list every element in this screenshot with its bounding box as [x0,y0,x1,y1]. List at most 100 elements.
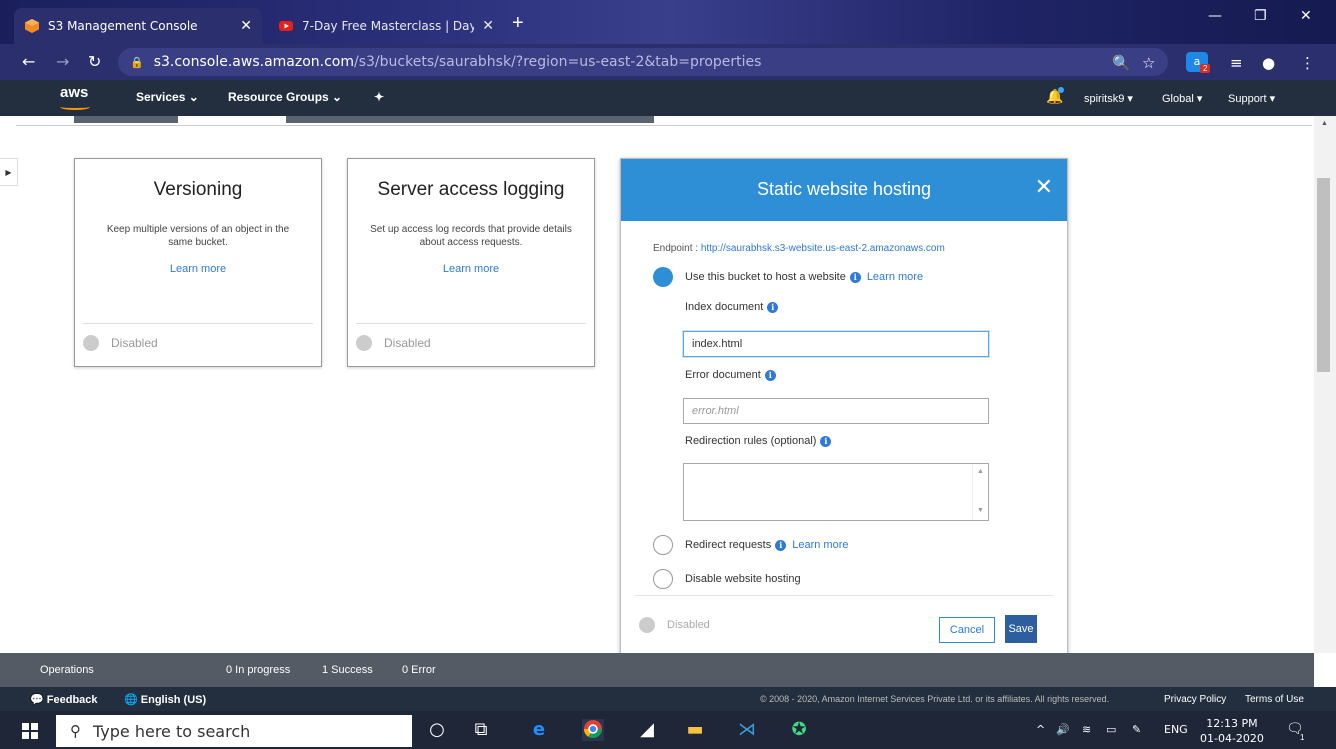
scroll-up-icon[interactable]: ▲ [1321,120,1328,127]
panel-title: Static website hosting [756,179,932,199]
terms-of-use-link[interactable]: Terms of Use [1245,694,1304,705]
radio-unselected[interactable] [653,569,673,589]
region-menu[interactable]: Global ▾ [1162,92,1202,105]
app-icon[interactable]: ✪ [788,719,810,741]
in-progress-count: 0 In progress [226,664,291,676]
save-button[interactable]: Save [1005,615,1037,643]
success-count: 1 Success [322,664,373,676]
language-indicator[interactable]: ENG [1164,723,1188,736]
option-disable-hosting[interactable]: Disable website hosting [653,569,801,589]
operations-bar[interactable]: Operations 0 In progress 1 Success 0 Err… [0,653,1314,687]
tab-masterclass[interactable]: 7-Day Free Masterclass | Day 5 - ✕ [268,8,504,44]
chevron-down-icon: ⌄ [188,90,199,104]
properties-tab-strip[interactable] [74,116,178,123]
info-icon[interactable]: i [849,271,861,283]
scrollbar-thumb[interactable] [1317,178,1330,372]
option-host-website[interactable]: Use this bucket to host a website i Learn … [653,267,923,287]
address-bar[interactable]: 🔒 s3.console.aws.amazon.com/s3/buckets/s… [118,48,1168,76]
cancel-button[interactable]: Cancel [939,617,995,643]
pin-icon[interactable]: ✦ [374,90,384,104]
app-icon[interactable]: ◢ [636,719,658,741]
scrollbar[interactable]: ▲ ▼ [972,464,988,520]
privacy-policy-link[interactable]: Privacy Policy [1164,694,1226,705]
support-menu[interactable]: Support ▾ [1228,92,1275,105]
aws-logo[interactable]: aws [60,84,90,110]
info-icon[interactable]: i [764,369,776,381]
bell-icon[interactable]: 🔔 [1046,87,1064,105]
restore-icon[interactable]: ❐ [1254,8,1267,24]
taskbar-search-input[interactable]: ⚲ Type here to search [56,715,412,747]
side-panel-toggle-icon[interactable]: ▶ [0,158,18,186]
network-icon[interactable]: ≋ [1082,723,1091,736]
endpoint-link[interactable]: http://saurabhsk.s3-website.us-east-2.am… [701,243,945,254]
info-icon[interactable]: i [767,301,779,313]
chrome-icon[interactable] [582,719,604,741]
redirection-rules-textarea[interactable]: ▲ ▼ [683,463,989,521]
bookmark-star-icon[interactable]: ☆ [1142,54,1155,72]
option-label: Use this bucket to host a website [685,271,846,283]
status: Disabled [639,617,710,633]
new-tab-icon[interactable]: + [512,12,524,35]
volume-icon[interactable]: 🔊 [1056,723,1070,736]
static-website-hosting-panel: Static website hosting ✕ Endpoint : http… [620,158,1068,653]
close-tab-icon[interactable]: ✕ [240,18,252,34]
lock-icon: 🔒 [130,55,144,69]
close-icon[interactable]: ✕ [1035,175,1053,200]
close-window-icon[interactable]: ✕ [1300,8,1312,24]
aws-footer: 💬 Feedback 🌐 English (US) © 2008 - 2020,… [0,687,1336,711]
media-controls-icon[interactable]: ≡ [1230,54,1243,72]
info-icon[interactable]: i [820,435,832,447]
url-host: s3.console.aws.amazon.com [153,54,355,70]
divider [16,125,1312,126]
resource-groups-menu[interactable]: Resource Groups ⌄ [228,90,342,104]
feedback-link[interactable]: 💬 Feedback [30,693,98,707]
versioning-card[interactable]: Versioning Keep multiple versions of an … [74,158,322,367]
error-document-input[interactable]: error.html [683,398,989,424]
services-menu[interactable]: Services ⌄ [136,90,199,104]
cortana-icon[interactable]: ○ [426,719,448,741]
tray-chevron-icon[interactable]: ^ [1036,723,1045,736]
back-icon[interactable]: ← [22,52,35,71]
redirection-rules-label: Redirection rules (optional) i [685,435,835,447]
page-scrollbar[interactable]: ▲ [1314,116,1336,653]
tab-s3-console[interactable]: S3 Management Console ✕ [14,8,262,44]
index-document-input[interactable]: index.html [683,331,989,357]
info-icon[interactable]: i [775,539,787,551]
language-selector[interactable]: 🌐 English (US) [124,693,206,707]
pen-icon[interactable]: ✎ [1132,723,1141,736]
profile-icon[interactable]: ● [1262,54,1275,72]
learn-more-link[interactable]: Learn more [792,539,848,551]
copyright: © 2008 - 2020, Amazon Internet Services … [760,694,1110,704]
menu-icon[interactable]: ⋮ [1300,54,1315,72]
reload-icon[interactable]: ↻ [88,52,101,71]
battery-icon[interactable]: ▭ [1106,723,1116,736]
learn-more-link[interactable]: Learn more [867,271,923,283]
radio-unselected[interactable] [653,535,673,555]
clock-date: 01-04-2020 [1200,732,1264,745]
server-access-logging-card[interactable]: Server access logging Set up access log … [347,158,595,367]
learn-more-link[interactable]: Learn more [75,263,321,275]
option-redirect-requests[interactable]: Redirect requests i Learn more [653,535,848,555]
search-placeholder: Type here to search [93,721,251,741]
aws-navbar: aws Services ⌄ Resource Groups ⌄ ✦ 🔔 spi… [0,80,1336,116]
zoom-icon[interactable]: 🔍 [1112,54,1131,72]
task-view-icon[interactable]: ⧉ [470,719,492,741]
browser-toolbar: ← → ↻ 🔒 s3.console.aws.amazon.com/s3/buc… [0,44,1336,80]
operations-label: Operations [40,664,94,676]
close-tab-icon[interactable]: ✕ [482,18,494,34]
radio-selected[interactable] [653,267,673,287]
windows-start-icon[interactable] [22,723,38,742]
forward-icon[interactable]: → [56,52,69,71]
user-menu[interactable]: spiritsk9 ▾ [1084,92,1133,105]
vscode-icon[interactable]: ⋊ [736,719,758,741]
extension-badge: 2 [1200,64,1211,73]
file-explorer-icon[interactable]: ▬ [684,719,706,741]
feedback-label: Feedback [46,693,98,706]
learn-more-link[interactable]: Learn more [348,263,594,275]
system-clock[interactable]: 12:13 PM 01-04-2020 [1200,716,1264,746]
minimize-icon[interactable]: — [1208,8,1222,24]
card-title: Server access logging [377,179,565,200]
edge-icon[interactable]: e [528,719,550,741]
aws-logo-text: aws [60,84,89,101]
properties-tab-strip[interactable] [286,116,654,123]
